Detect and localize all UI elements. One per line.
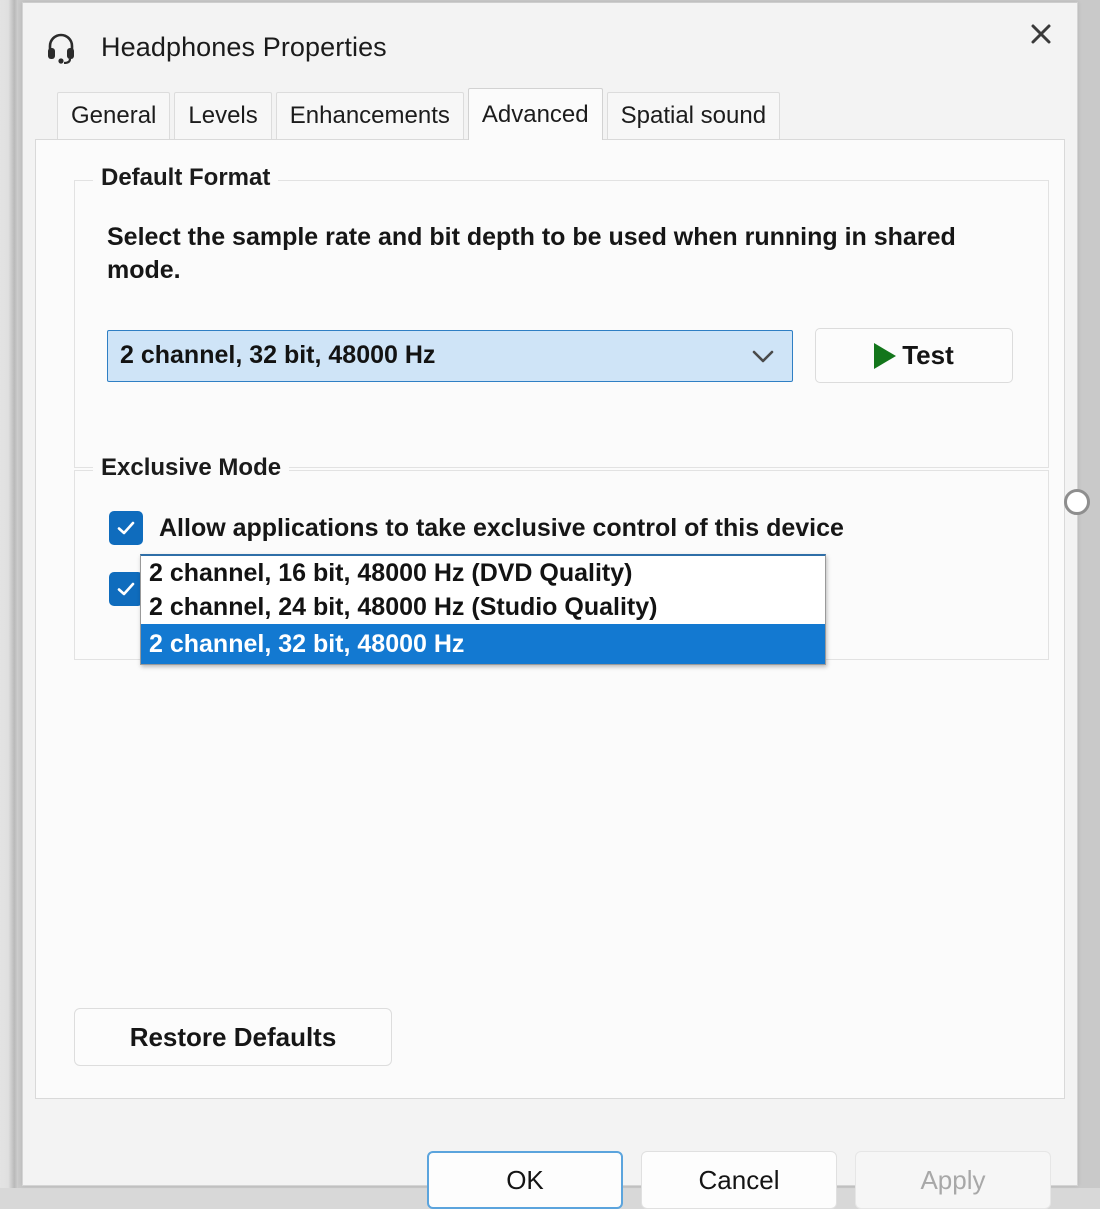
default-format-combobox[interactable]: 2 channel, 32 bit, 48000 Hz [107,330,793,382]
window-title: Headphones Properties [101,32,387,63]
tab-label: Spatial sound [621,102,766,130]
checkbox-row-exclusive-control[interactable]: Allow applications to take exclusive con… [109,511,844,545]
default-format-legend: Default Format [93,164,278,192]
restore-defaults-label: Restore Defaults [130,1022,337,1053]
tab-label: General [71,102,156,130]
checkbox-checked-icon[interactable] [109,511,143,545]
dropdown-option[interactable]: 2 channel, 16 bit, 48000 Hz (DVD Quality… [141,556,825,590]
close-icon[interactable] [1005,3,1077,65]
default-format-dropdown-list[interactable]: 2 channel, 16 bit, 48000 Hz (DVD Quality… [140,554,826,665]
advanced-tab-panel: Default Format Select the sample rate an… [35,139,1065,1099]
dropdown-option-selected[interactable]: 2 channel, 32 bit, 48000 Hz [141,624,825,664]
dropdown-option[interactable]: 2 channel, 24 bit, 48000 Hz (Studio Qual… [141,590,825,624]
checkbox-checked-icon[interactable] [109,572,143,606]
combobox-selected-value: 2 channel, 32 bit, 48000 Hz [120,341,435,370]
apply-button[interactable]: Apply [855,1151,1051,1209]
headphones-icon [43,29,79,65]
cancel-button-label: Cancel [699,1165,780,1196]
dropdown-option-label: 2 channel, 32 bit, 48000 Hz [149,630,464,659]
tab-advanced[interactable]: Advanced [468,88,603,140]
tab-general[interactable]: General [57,92,170,139]
ok-button[interactable]: OK [427,1151,623,1209]
tab-enhancements[interactable]: Enhancements [276,92,464,139]
chevron-down-icon[interactable] [748,331,778,381]
dropdown-option-label: 2 channel, 16 bit, 48000 Hz (DVD Quality… [149,559,632,588]
format-row: 2 channel, 32 bit, 48000 Hz Test [107,328,1013,383]
tab-label: Advanced [482,101,589,129]
screen: Headphones Properties General Levels Enh… [0,0,1100,1188]
ok-button-label: OK [506,1165,544,1196]
tab-levels[interactable]: Levels [174,92,271,139]
test-button-label: Test [902,340,954,371]
default-format-description: Select the sample rate and bit depth to … [107,221,997,288]
tab-strip: General Levels Enhancements Advanced Spa… [35,91,1077,139]
resize-handle[interactable] [1064,489,1090,515]
exclusive-mode-legend: Exclusive Mode [93,454,289,482]
play-icon [874,343,896,369]
restore-defaults-button[interactable]: Restore Defaults [74,1008,392,1066]
title-bar: Headphones Properties [23,3,1077,91]
tab-spatial-sound[interactable]: Spatial sound [607,92,780,139]
cancel-button[interactable]: Cancel [641,1151,837,1209]
default-format-group: Default Format Select the sample rate an… [74,180,1049,468]
tab-label: Levels [188,102,257,130]
dialog-footer: OK Cancel Apply [23,1123,1077,1185]
test-button[interactable]: Test [815,328,1013,383]
checkbox-label: Allow applications to take exclusive con… [159,514,844,543]
desktop-backdrop [0,0,18,1188]
apply-button-label: Apply [920,1165,985,1196]
dropdown-option-label: 2 channel, 24 bit, 48000 Hz (Studio Qual… [149,593,657,622]
tab-label: Enhancements [290,102,450,130]
headphones-properties-dialog: Headphones Properties General Levels Enh… [22,2,1078,1186]
